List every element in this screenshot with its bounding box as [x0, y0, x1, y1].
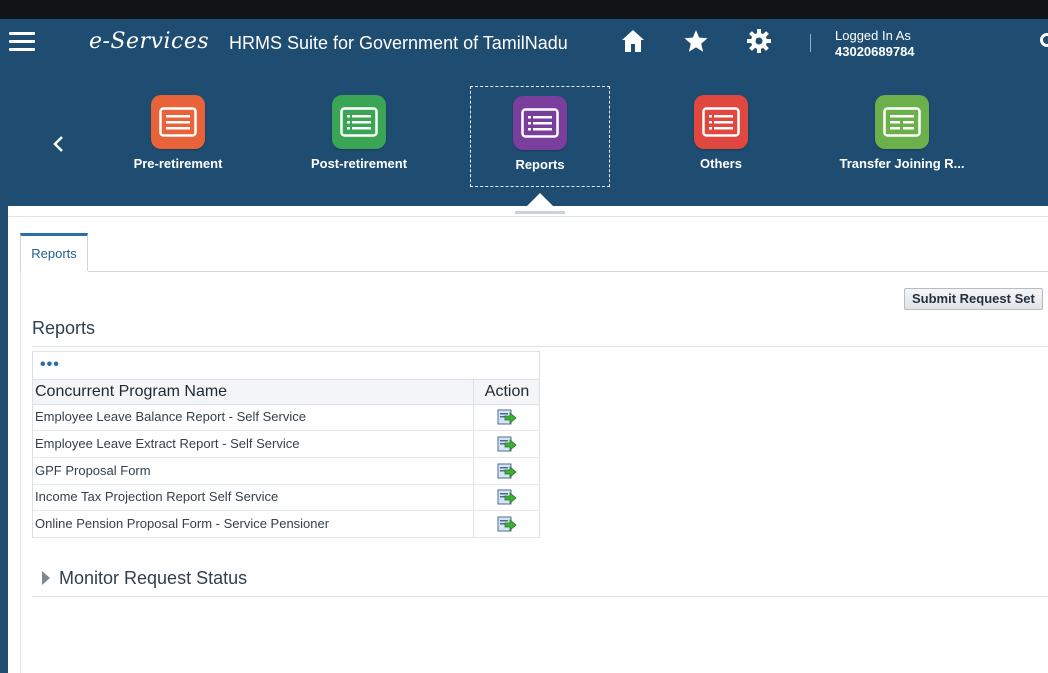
- run-action-icon[interactable]: [497, 435, 517, 453]
- list-icon: [513, 96, 567, 150]
- expand-triangle-icon[interactable]: [42, 571, 50, 585]
- nav-tile-label: Others: [700, 156, 742, 171]
- menu-icon[interactable]: [9, 32, 35, 52]
- run-action-icon[interactable]: [497, 488, 517, 506]
- program-name: Employee Leave Extract Report - Self Ser…: [35, 436, 300, 451]
- logged-in-label: Logged In As: [835, 28, 911, 43]
- list-icon: [694, 95, 748, 149]
- search-icon[interactable]: [1040, 33, 1048, 47]
- divider: [20, 271, 21, 673]
- divider: [32, 346, 1048, 347]
- submit-request-set-button[interactable]: Submit Request Set: [904, 288, 1043, 310]
- table-row: Income Tax Projection Report Self Servic…: [33, 484, 539, 511]
- nav-tile-label: Post-retirement: [310, 156, 408, 171]
- nav-tile-transfer-joining[interactable]: Transfer Joining R...: [832, 93, 972, 171]
- run-action-icon[interactable]: [497, 408, 517, 426]
- report-icon: [151, 95, 205, 149]
- program-name: Income Tax Projection Report Self Servic…: [35, 489, 279, 504]
- table-row: Employee Leave Balance Report - Self Ser…: [33, 404, 539, 431]
- program-name: Online Pension Proposal Form - Service P…: [35, 516, 330, 531]
- list-icon: [332, 95, 386, 149]
- chevron-left-icon[interactable]: [48, 133, 70, 155]
- section-title-reports: Reports: [32, 318, 96, 338]
- nav-tile-label: Transfer Joining R...: [839, 156, 965, 171]
- program-name: Employee Leave Balance Report - Self Ser…: [35, 409, 306, 424]
- divider: [8, 216, 1048, 217]
- table-row: Employee Leave Extract Report - Self Ser…: [33, 431, 539, 458]
- run-action-icon[interactable]: [497, 462, 517, 480]
- nav-tile-others[interactable]: Others: [651, 93, 791, 171]
- brand-logo[interactable]: e-Services: [89, 29, 209, 54]
- nav-tile-reports[interactable]: Reports: [470, 86, 610, 187]
- star-icon[interactable]: [681, 26, 711, 56]
- more-actions-icon[interactable]: •••: [40, 356, 60, 374]
- column-header-action[interactable]: Action: [474, 383, 540, 401]
- active-tile-indicator: [515, 211, 565, 214]
- nav-tile-label: Pre-retirement: [133, 156, 223, 171]
- window-top-bar: [0, 0, 1048, 19]
- nav-tile-label: Reports: [515, 157, 565, 172]
- header-divider: [810, 34, 811, 52]
- app-title: HRMS Suite for Government of TamilNadu: [229, 33, 568, 53]
- home-icon[interactable]: [618, 26, 648, 56]
- monitor-request-status-header[interactable]: Monitor Request Status: [59, 568, 247, 589]
- app-header: e-Services HRMS Suite for Government of …: [0, 19, 1048, 206]
- user-id: 43020689784: [835, 44, 915, 59]
- tab-reports[interactable]: Reports: [20, 233, 88, 271]
- active-tile-pointer: [527, 193, 553, 206]
- divider: [88, 271, 1048, 272]
- gear-icon[interactable]: [744, 26, 774, 56]
- nav-tile-pre-retirement[interactable]: Pre-retirement: [108, 93, 248, 171]
- divider: [32, 596, 1048, 597]
- table-row: Online Pension Proposal Form - Service P…: [33, 511, 539, 538]
- nav-tile-post-retirement[interactable]: Post-retirement: [289, 93, 429, 171]
- report-icon: [875, 95, 929, 149]
- program-name: GPF Proposal Form: [35, 463, 151, 478]
- run-action-icon[interactable]: [497, 515, 517, 533]
- left-edge-strip: [0, 206, 8, 673]
- column-header-name[interactable]: Concurrent Program Name: [35, 383, 227, 401]
- table-row: GPF Proposal Form: [33, 458, 539, 485]
